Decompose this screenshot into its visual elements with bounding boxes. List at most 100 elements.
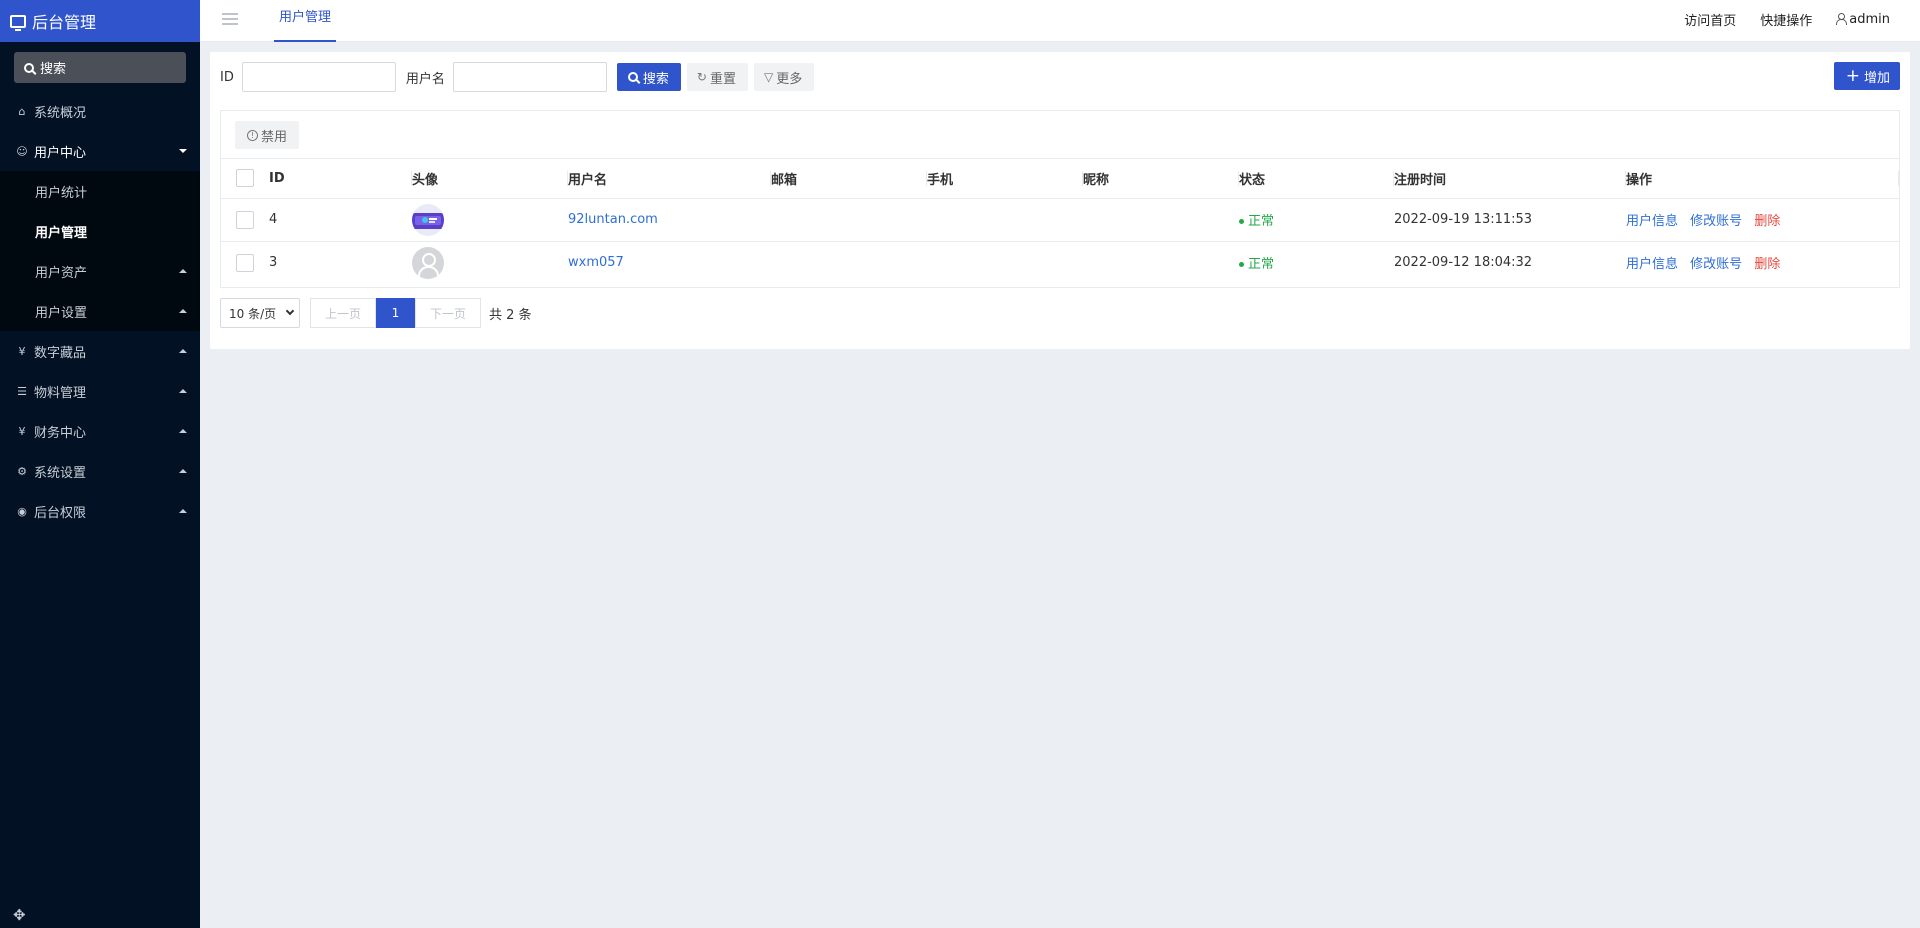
disable-button[interactable]: ! 禁用 [235,121,300,149]
sidebar-item-admin-permissions[interactable]: ◉ 后台权限 [0,491,200,531]
prev-page-button[interactable]: 上一页 [310,298,376,328]
menu-toggle-icon[interactable] [222,13,238,25]
id-filter-input[interactable] [241,62,396,92]
sidebar-item-label: 用户设置 [35,305,88,321]
user-center-submenu: 用户统计 用户管理 用户资产 用户设置 [0,171,200,331]
avatar-cell [412,198,568,242]
row-select-cell [221,198,269,242]
gear-icon: ⚙ [17,464,27,478]
header-label: 状态 [1239,172,1266,188]
sidebar-search-label: 搜索 [40,62,67,77]
edit-account-link[interactable]: 修改账号 [1690,257,1742,272]
page-size-select[interactable]: 10 条/页 [220,298,300,328]
sidebar-search[interactable]: 搜索 [14,52,186,83]
chevron-up-icon [179,509,187,513]
users-icon: ☺ [16,144,28,158]
user-info-link[interactable]: 用户信息 [1626,214,1678,229]
status-dot-icon [1239,262,1244,268]
registered-cell: 2022-09-19 13:11:53 [1394,198,1626,242]
quick-actions-link[interactable]: 快捷操作 [1760,10,1812,29]
sidebar-item-finance[interactable]: ¥ 财务中心 [0,411,200,451]
delete-link[interactable]: 删除 [1754,257,1780,272]
username-cell: 92luntan.com [568,198,771,242]
add-button[interactable]: + 增加 [1833,62,1900,90]
actions-cell: 用户信息 修改账号 删除 [1626,198,1899,242]
row-checkbox[interactable] [236,210,254,229]
sidebar-item-user-stats[interactable]: 用户统计 [0,171,200,211]
sidebar-item-user-center[interactable]: ☺ 用户中心 [0,131,200,171]
reset-button[interactable]: ↻ 重置 [686,63,748,91]
sidebar-item-label: 系统设置 [34,465,87,481]
home-icon: ⌂ [18,104,26,118]
id-cell: 3 [269,255,278,271]
column-header-email: 邮箱 [771,159,927,199]
sidebar-item-label: 物料管理 [34,385,87,401]
column-header-nickname: 昵称 [1083,159,1239,199]
add-button-label: 增加 [1863,70,1890,86]
chevron-down-icon [179,149,187,153]
username-link[interactable]: wxm057 [568,255,624,270]
status-label: 正常 [1248,214,1275,229]
username-filter-label: 用户名 [405,71,445,87]
user-table: ID 头像 用户名 邮箱 手机 昵称 状态 注册时间 操作 4 92luntan… [221,159,1899,284]
sidebar-item-system-settings[interactable]: ⚙ 系统设置 [0,451,200,491]
chevron-up-icon [179,469,187,473]
user-circle-icon: ◉ [17,504,27,518]
select-all-checkbox[interactable] [236,169,254,188]
header-label: 手机 [927,172,954,188]
sidebar-item-user-management[interactable]: 用户管理 [0,211,200,251]
sidebar-item-user-settings[interactable]: 用户设置 [0,291,200,331]
column-header-registered: 注册时间 [1394,159,1626,199]
table-container: ! 禁用 ID 头像 用户名 邮箱 手机 昵称 状态 注册时间 操作 4 92l… [220,110,1900,288]
refresh-icon: ↻ [696,70,707,84]
top-right-links: 访问首页 快捷操作 admin [1660,0,1890,38]
brand-title: 后台管理 [32,13,97,32]
username-label: admin [1849,11,1890,27]
user-info-link[interactable]: 用户信息 [1626,257,1678,272]
edit-account-link[interactable]: 修改账号 [1690,214,1742,229]
search-button[interactable]: 搜索 [616,63,681,91]
header-label: ID [269,170,285,186]
column-header-status: 状态 [1239,159,1394,199]
username-filter-input[interactable] [452,62,607,92]
row-select-cell [221,241,269,284]
user-menu[interactable]: admin [1836,12,1890,27]
avatar[interactable] [412,203,444,236]
more-button[interactable]: ▽ 更多 [753,63,815,91]
delete-link[interactable]: 删除 [1754,214,1780,229]
chevron-down-icon [285,306,295,316]
sidebar-item-user-assets[interactable]: 用户资产 [0,251,200,291]
list-icon: ☰ [17,384,27,398]
sidebar-item-materials[interactable]: ☰ 物料管理 [0,371,200,411]
move-icon[interactable]: ✥ [13,906,26,924]
email-cell [771,198,927,242]
username-link[interactable]: 92luntan.com [568,212,658,227]
chevron-up-icon [179,389,187,393]
content-card: ID 用户名 搜索 ↻ 重置 ▽ 更多 + 增加 ! 禁用 ID 头像 用户名 … [210,52,1910,349]
visit-home-link[interactable]: 访问首页 [1684,10,1736,29]
sidebar-item-label: 数字藏品 [34,345,87,361]
sidebar-item-label: 系统概况 [34,105,87,121]
id-cell: 4 [269,198,412,242]
brand[interactable]: 后台管理 [0,0,200,42]
page-button-current[interactable]: 1 [376,298,415,328]
chevron-up-icon [179,429,187,433]
next-page-button[interactable]: 下一页 [415,298,481,328]
tab-user-management[interactable]: 用户管理 [274,0,337,42]
status-badge: 正常 [1239,257,1274,272]
avatar-cell [412,241,568,284]
default-avatar-icon[interactable] [412,246,444,279]
table-row: 3 wxm057 正常 2022-09-12 18:04:32 用户信息 修改账… [221,241,1899,284]
sidebar-item-digital-collections[interactable]: ¥ 数字藏品 [0,331,200,371]
id-filter-label: ID [220,69,234,85]
nickname-cell [1083,198,1239,242]
row-checkbox[interactable] [236,253,254,272]
yen-icon: ¥ [18,344,26,358]
sidebar-item-overview[interactable]: ⌂ 系统概况 [0,91,200,131]
sidebar-item-label: 用户中心 [34,145,87,161]
yen-icon: ¥ [18,424,26,438]
sidebar-item-label: 用户统计 [35,185,88,201]
email-cell [771,241,927,284]
header-label: 注册时间 [1394,172,1447,188]
user-icon [1836,12,1848,25]
